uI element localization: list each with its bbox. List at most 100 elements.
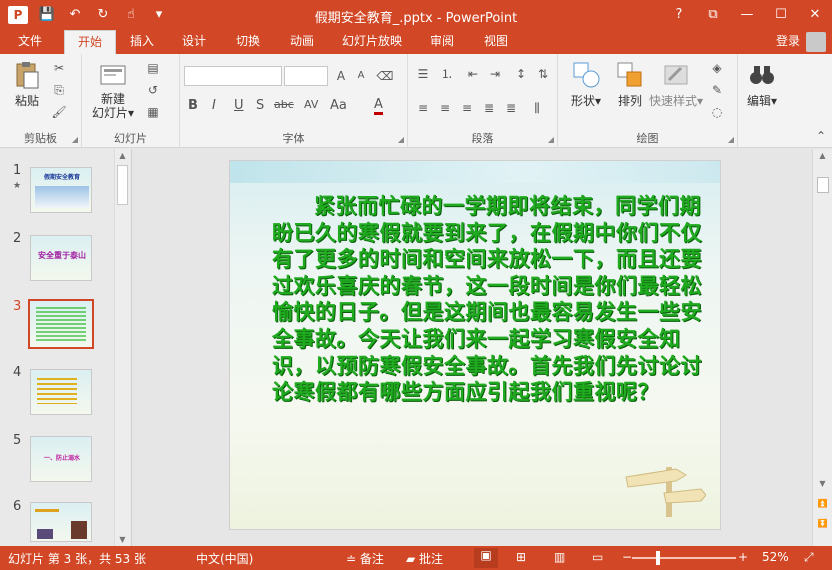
powerpoint-logo-icon: P [8, 6, 28, 24]
tab-file[interactable]: 文件 [0, 30, 60, 54]
maximize-button[interactable]: ☐ [764, 0, 798, 30]
thumbnail-slide-5[interactable]: 一、防止溺水 [30, 436, 92, 482]
ribbon-display-button[interactable]: ⧉ [696, 0, 730, 30]
shape-fill-icon[interactable]: ◈ [708, 60, 726, 76]
collapse-ribbon-icon[interactable]: ⌃ [812, 128, 830, 144]
help-button[interactable]: ? [662, 0, 696, 30]
italic-button[interactable]: I [212, 98, 216, 113]
comment-icon: ▰ [406, 552, 420, 566]
columns-icon[interactable]: ⫼ [528, 100, 546, 116]
slide-body-text[interactable]: 紧张而忙碌的一学期即将结束，同学们期盼已久的寒假就要到来了，在假期中你们不仅有了… [272, 193, 712, 406]
shape-effects-icon[interactable]: ◌ [708, 104, 726, 120]
login-link[interactable]: 登录 [776, 32, 800, 49]
thumbnail-slide-6[interactable] [30, 502, 92, 542]
reading-view-button[interactable]: ▥ [554, 550, 565, 564]
arrange-button[interactable]: 排列 [610, 60, 650, 109]
zoom-in-button[interactable]: + [738, 550, 748, 564]
current-slide[interactable]: 紧张而忙碌的一学期即将结束，同学们期盼已久的寒假就要到来了，在假期中你们不仅有了… [229, 160, 721, 530]
zoom-slider[interactable] [632, 557, 736, 559]
next-slide-icon[interactable]: ⏬ [815, 519, 830, 528]
cut-icon[interactable]: ✂ [50, 60, 68, 76]
bold-button[interactable]: B [188, 98, 198, 113]
font-name-input[interactable] [184, 66, 282, 86]
thumbnail-slide-1[interactable]: 假期安全教育 [30, 167, 92, 213]
zoom-slider-handle[interactable] [656, 551, 660, 565]
shapes-button[interactable]: 形状▾ [564, 60, 608, 109]
align-center-icon[interactable]: ≡ [436, 100, 454, 116]
copy-icon[interactable]: ⎘ [50, 82, 68, 98]
section-icon[interactable]: ▦ [144, 104, 162, 120]
customize-qat-icon[interactable]: ▾ [148, 5, 170, 25]
undo-icon[interactable]: ↶ [64, 5, 86, 25]
notes-button[interactable]: ≐ 备注 [346, 550, 384, 567]
font-size-input[interactable] [284, 66, 328, 86]
scroll-thumb[interactable] [117, 165, 128, 205]
font-color-button[interactable]: A [374, 98, 383, 115]
slideshow-button[interactable]: ▭ [592, 550, 603, 564]
tab-animations[interactable]: 动画 [280, 30, 324, 54]
shape-outline-icon[interactable]: ✎ [708, 82, 726, 98]
justify-icon[interactable]: ≣ [480, 100, 498, 116]
grow-font-icon[interactable]: A [332, 68, 350, 84]
scroll-down-icon[interactable]: ▼ [815, 479, 830, 488]
strikethrough-button[interactable]: abc [274, 98, 294, 111]
comments-button[interactable]: ▰ 批注 [406, 550, 443, 567]
tab-design[interactable]: 设计 [172, 30, 216, 54]
tab-slideshow[interactable]: 幻灯片放映 [334, 30, 410, 54]
normal-view-button[interactable]: ▣ [474, 548, 498, 568]
language-indicator[interactable]: 中文(中国) [196, 550, 253, 567]
slide-editing-area: 紧张而忙碌的一学期即将结束，同学们期盼已久的寒假就要到来了，在假期中你们不仅有了… [133, 149, 812, 546]
slide-sorter-button[interactable]: ⊞ [516, 550, 526, 564]
paste-button[interactable]: 粘贴 [8, 60, 46, 109]
thumbnail-slide-4[interactable] [30, 369, 92, 415]
distributed-icon[interactable]: ≣ [502, 100, 520, 116]
font-launcher-icon[interactable]: ◢ [398, 135, 404, 144]
align-right-icon[interactable]: ≡ [458, 100, 476, 116]
slide-scrollbar[interactable]: ▲ ▼ ⏫ ⏬ [812, 149, 832, 546]
tab-view[interactable]: 视图 [474, 30, 518, 54]
line-spacing-icon[interactable]: ↕ [512, 66, 530, 82]
char-spacing-button[interactable]: AV [304, 98, 318, 111]
scroll-thumb[interactable] [817, 177, 829, 193]
shrink-font-icon[interactable]: A [352, 68, 370, 84]
reset-icon[interactable]: ↺ [144, 82, 162, 98]
scroll-down-icon[interactable]: ▼ [115, 535, 130, 544]
thumbnail-slide-2[interactable]: 安全重于泰山 [30, 235, 92, 281]
text-direction-icon[interactable]: ⇅ [534, 66, 552, 82]
minimize-button[interactable]: — [730, 0, 764, 30]
bullets-icon[interactable]: ☰ [414, 66, 432, 82]
scroll-up-icon[interactable]: ▲ [115, 151, 130, 160]
tab-transitions[interactable]: 切换 [226, 30, 270, 54]
scroll-up-icon[interactable]: ▲ [815, 151, 830, 160]
close-button[interactable]: ✕ [798, 0, 832, 30]
editing-button[interactable]: 编辑▾ [742, 60, 782, 109]
text-shadow-button[interactable]: S [256, 98, 264, 113]
format-painter-icon[interactable]: 🖌 [50, 104, 68, 120]
tab-insert[interactable]: 插入 [120, 30, 164, 54]
zoom-level[interactable]: 52% [762, 550, 789, 564]
paragraph-launcher-icon[interactable]: ◢ [548, 135, 554, 144]
clear-format-icon[interactable]: ⌫ [376, 68, 394, 84]
avatar[interactable] [806, 32, 826, 52]
new-slide-button[interactable]: 新建 幻灯片▾ [90, 60, 136, 120]
redo-icon[interactable]: ↻ [92, 5, 114, 25]
previous-slide-icon[interactable]: ⏫ [815, 499, 830, 508]
layout-icon[interactable]: ▤ [144, 60, 162, 76]
clipboard-launcher-icon[interactable]: ◢ [72, 135, 78, 144]
underline-button[interactable]: U [234, 98, 244, 113]
decrease-indent-icon[interactable]: ⇤ [464, 66, 482, 82]
tab-home[interactable]: 开始 [64, 30, 116, 54]
quick-styles-button[interactable]: 快速样式▾ [648, 60, 704, 109]
fit-slide-button[interactable]: ⤢ [804, 550, 814, 565]
tab-review[interactable]: 审阅 [420, 30, 464, 54]
touch-mode-icon[interactable]: ☝ [120, 5, 142, 25]
thumbnails-scrollbar[interactable]: ▲ ▼ [114, 149, 130, 546]
increase-indent-icon[interactable]: ⇥ [486, 66, 504, 82]
thumbnail-slide-3[interactable] [28, 299, 94, 349]
change-case-button[interactable]: Aa [330, 98, 347, 113]
save-icon[interactable]: 💾 [36, 5, 58, 25]
align-left-icon[interactable]: ≡ [414, 100, 432, 116]
numbering-icon[interactable]: ⒈ [438, 66, 456, 82]
zoom-out-button[interactable]: − [622, 550, 632, 564]
drawing-launcher-icon[interactable]: ◢ [728, 135, 734, 144]
